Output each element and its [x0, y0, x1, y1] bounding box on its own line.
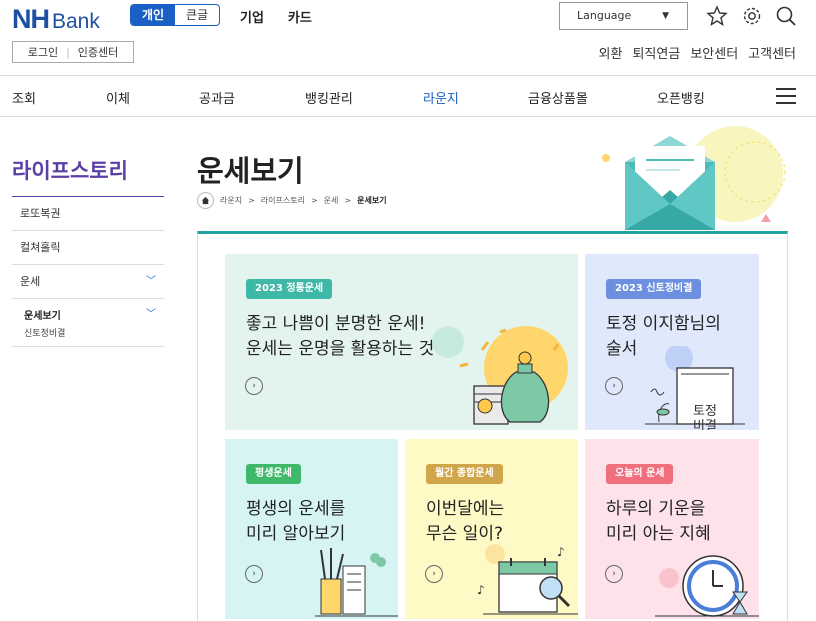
breadcrumb-item[interactable]: 라운지 — [220, 195, 242, 206]
gnb-product-mall[interactable]: 금융상품몰 — [528, 88, 588, 107]
breadcrumb-current: 운세보기 — [357, 196, 387, 205]
star-icon[interactable] — [706, 5, 728, 27]
card-description: 평생의 운세를 미리 알아보기 — [246, 497, 345, 547]
clock-hourglass-icon — [655, 555, 759, 617]
breadcrumb: 라운지 > 라이프스토리 > 운세 > 운세보기 — [197, 192, 387, 209]
music-note-icon: ♪ — [557, 545, 565, 559]
pencil-cup-icon — [315, 548, 398, 617]
card-line: 이번달에는 — [426, 499, 505, 519]
page-title: 운세보기 — [197, 154, 304, 188]
chevron-right-icon[interactable]: › — [245, 377, 263, 395]
personal-largefont-toggle: 개인 큰글 — [130, 4, 220, 26]
card-description: 하루의 기운을 미리 아는 지혜 — [606, 497, 711, 547]
segment-personal[interactable]: 개인 — [131, 5, 175, 25]
sidebar-item-label: 운세 — [20, 275, 41, 288]
gnb-banking-mgmt[interactable]: 뱅킹관리 — [305, 88, 353, 107]
breadcrumb-item[interactable]: 라이프스토리 — [261, 195, 305, 206]
gnb-open-banking[interactable]: 오픈뱅킹 — [657, 88, 705, 107]
card-badge: 월간 종합운세 — [426, 464, 503, 484]
card-2023-traditional-fortune[interactable]: 2023 정통운세 좋고 나쁨이 분명한 운세! 운세는 운명을 활용하는 것 › — [225, 254, 578, 430]
chevron-right-icon[interactable]: › — [245, 565, 263, 583]
sidebar-sub-tojeong[interactable]: 신토정비결 — [24, 326, 164, 339]
top-nav-corporate[interactable]: 기업 — [240, 7, 264, 26]
sidebar-subgroup: 운세보기 신토정비결 ﹀ — [12, 299, 164, 347]
chevron-right-icon[interactable]: › — [425, 565, 443, 583]
language-label: Language — [577, 9, 632, 22]
card-line: 운세는 운명을 활용하는 것 — [246, 339, 435, 359]
envelope-illustration — [602, 126, 786, 230]
card-badge: 평생운세 — [246, 464, 301, 484]
calendar-magnifier-icon: ♪ ♪ — [477, 544, 578, 615]
menu-icon[interactable] — [776, 88, 796, 104]
util-forex[interactable]: 외환 — [599, 43, 623, 62]
nh-bank-logo[interactable]: NH Bank — [12, 4, 100, 35]
sidebar-title: 라이프스토리 — [12, 117, 164, 197]
language-select[interactable]: Language ▼ — [559, 2, 688, 30]
gnb-lounge[interactable]: 라운지 — [423, 88, 459, 107]
card-line: 하루의 기운을 — [606, 499, 706, 519]
book-label: 비결 — [693, 419, 717, 430]
sidebar-sub-fortune-view[interactable]: 운세보기 — [24, 307, 164, 322]
gnb-inquiry[interactable]: 조회 — [12, 88, 36, 107]
util-customer[interactable]: 고객센터 — [748, 43, 796, 62]
breadcrumb-item[interactable]: 운세 — [324, 195, 339, 206]
top-nav-card[interactable]: 카드 — [288, 7, 312, 26]
book-label: 토정 — [693, 404, 717, 419]
card-line: 평생의 운세를 — [246, 499, 346, 519]
fortune-panel: 2023 정통운세 좋고 나쁨이 분명한 운세! 운세는 운명을 활용하는 것 ›… — [197, 231, 788, 621]
card-badge: 2023 신토정비결 — [606, 279, 702, 299]
card-badge: 2023 정통운세 — [246, 279, 333, 299]
sidebar-item-culture[interactable]: 컬쳐홀릭 — [12, 231, 164, 265]
sidebar-item-label: 컬쳐홀릭 — [20, 241, 61, 254]
gnb-utility-bills[interactable]: 공과금 — [199, 88, 235, 107]
gear-icon[interactable] — [741, 5, 763, 27]
card-monthly-fortune[interactable]: 월간 종합운세 이번달에는 무슨 일이? › ♪ ♪ — [405, 439, 578, 619]
sidebar-item-fortune[interactable]: 운세 ﹀ — [12, 265, 164, 299]
sidebar-item-label: 로또복권 — [20, 207, 61, 220]
chevron-right-icon[interactable]: › — [605, 565, 623, 583]
login-cert-box: 로그인 | 인증센터 — [12, 41, 134, 63]
top-bar: NH Bank 개인 큰글 기업 카드 Language ▼ — [0, 0, 816, 40]
card-description: 이번달에는 무슨 일이? — [426, 497, 504, 547]
book-cover-text: 토정 비결 — [693, 404, 717, 430]
sub-bar: 로그인 | 인증센터 외환 퇴직연금 보안센터 고객센터 — [0, 40, 816, 76]
card-lifetime-fortune[interactable]: 평생운세 평생의 운세를 미리 알아보기 › — [225, 439, 398, 619]
card-description: 좋고 나쁨이 분명한 운세! 운세는 운명을 활용하는 것 — [246, 312, 434, 362]
card-line: 좋고 나쁨이 분명한 운세! — [246, 314, 426, 334]
logo-bank: Bank — [52, 10, 100, 33]
search-icon[interactable] — [775, 5, 797, 27]
sidebar-item-lotto[interactable]: 로또복권 — [12, 197, 164, 231]
card-2023-tojeong[interactable]: 2023 신토정비결 토정 이지함님의 술서 › 토정 비결 — [585, 254, 759, 430]
util-pension[interactable]: 퇴직연금 — [632, 43, 680, 62]
chevron-down-icon: ﹀ — [146, 276, 156, 287]
chevron-right-icon[interactable]: › — [605, 377, 623, 395]
card-daily-fortune[interactable]: 오늘의 운세 하루의 기운을 미리 아는 지혜 › — [585, 439, 759, 619]
login-link[interactable]: 로그인 — [28, 44, 58, 60]
top-nav: 기업 카드 — [240, 7, 312, 26]
sidebar: 라이프스토리 로또복권 컬쳐홀릭 운세 ﹀ 운세보기 신토정비결 ﹀ — [12, 117, 164, 347]
segment-large-font[interactable]: 큰글 — [175, 5, 219, 25]
money-bag-icon — [432, 326, 568, 425]
divider: | — [66, 45, 70, 59]
gnb-transfer[interactable]: 이체 — [106, 88, 130, 107]
chevron-down-icon: ﹀ — [146, 309, 156, 320]
breadcrumb-sep: > — [310, 196, 318, 205]
breadcrumb-sep: > — [248, 196, 255, 205]
card-line: 토정 이지함님의 — [606, 314, 721, 334]
cert-center-link[interactable]: 인증센터 — [78, 44, 118, 60]
music-note-icon: ♪ — [477, 583, 485, 597]
breadcrumb-sep: > — [344, 196, 352, 205]
card-badge: 오늘의 운세 — [606, 464, 674, 484]
home-icon[interactable] — [197, 192, 214, 209]
utility-links: 외환 퇴직연금 보안센터 고객센터 — [599, 43, 796, 62]
caret-down-icon: ▼ — [662, 11, 669, 21]
logo-nh: NH — [12, 4, 50, 34]
main-nav: 조회 이체 공과금 뱅킹관리 라운지 금융상품몰 오픈뱅킹 — [0, 77, 816, 117]
util-security[interactable]: 보안센터 — [690, 43, 738, 62]
